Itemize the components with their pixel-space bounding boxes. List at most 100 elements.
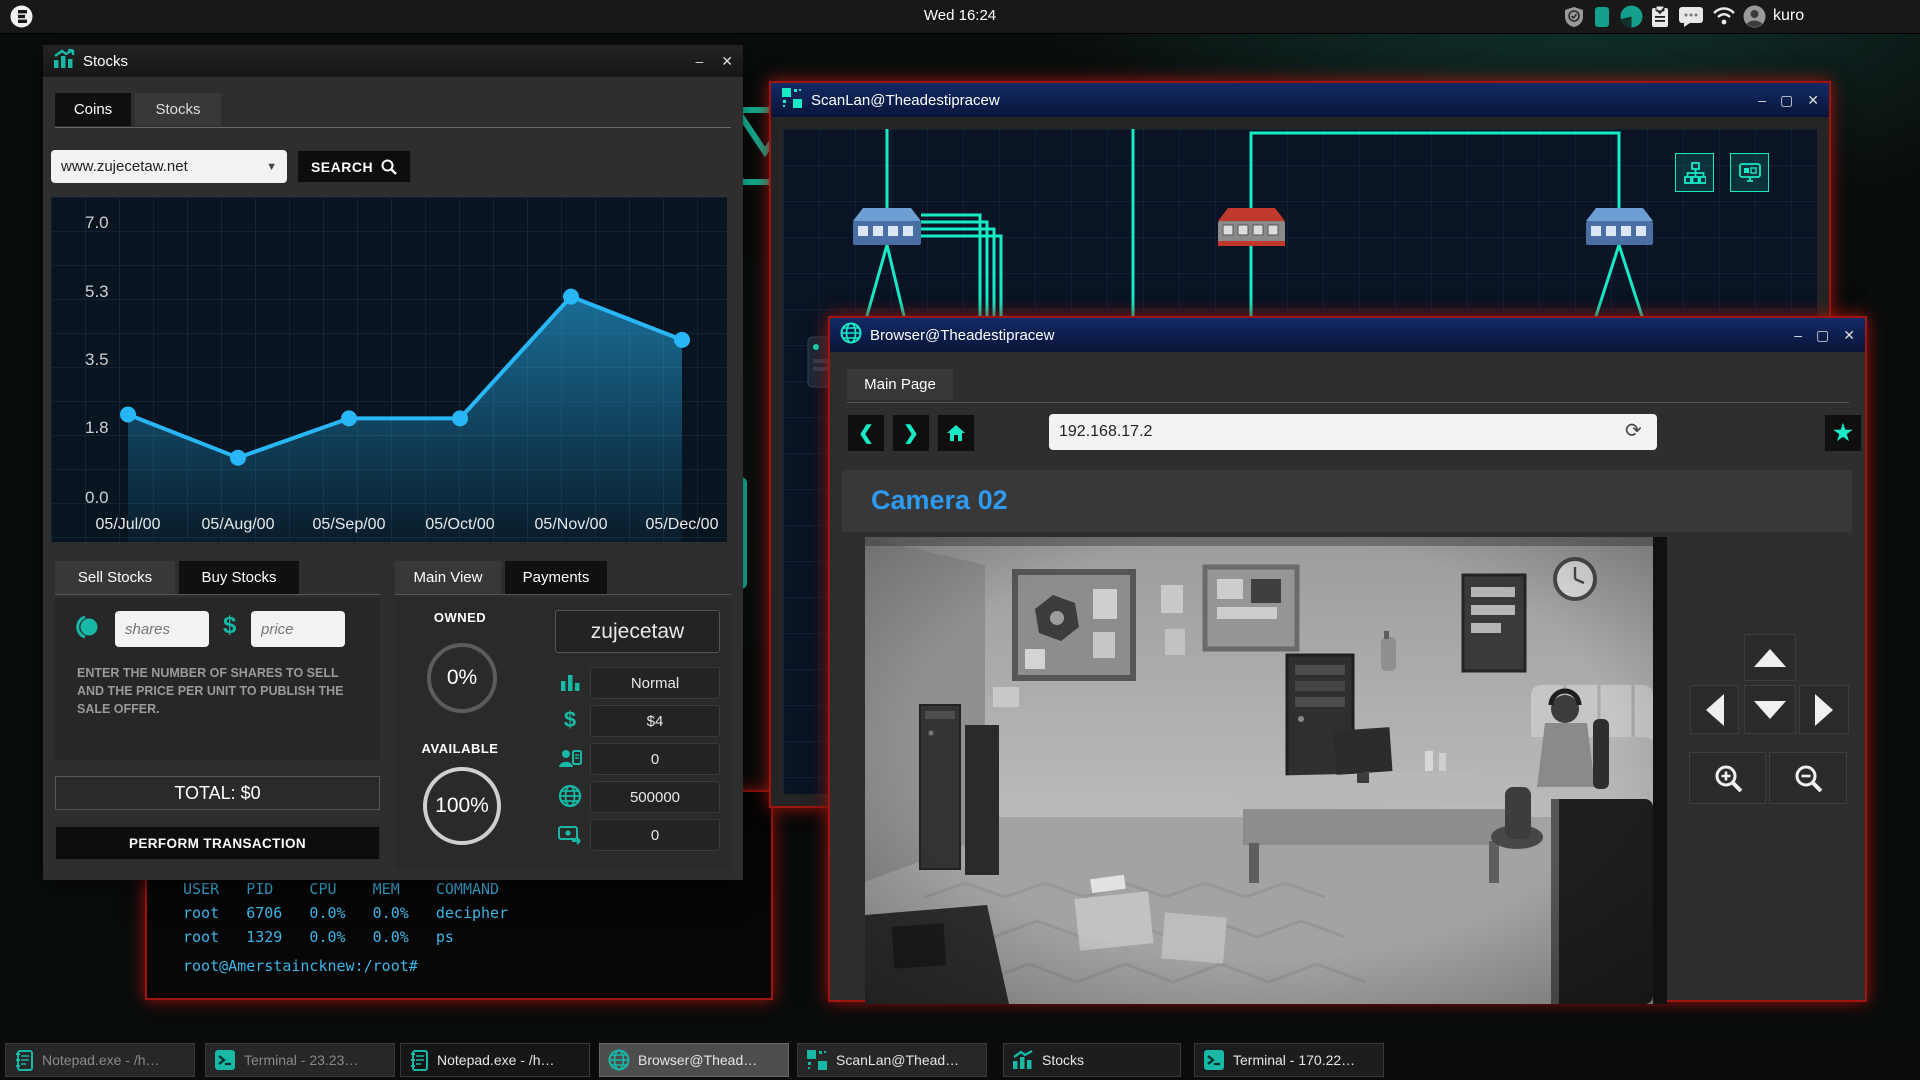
terminal-line: root 1329 0.0% 0.0% ps [183, 928, 454, 946]
taskbar-item-stocks[interactable]: Stocks [1003, 1043, 1181, 1077]
svg-text:3.5: 3.5 [85, 350, 109, 369]
taskbar-label: Terminal - 170.22… [1233, 1052, 1356, 1068]
tab-main-view[interactable]: Main View [395, 561, 501, 594]
price-input[interactable] [251, 611, 345, 647]
browser-titlebar[interactable]: Browser@Theadestipracew – ▢ ✕ [830, 318, 1865, 352]
close-button[interactable]: ✕ [721, 53, 733, 70]
chat-icon[interactable] [1678, 6, 1704, 33]
url-input[interactable] [1049, 414, 1657, 450]
owned-ring: 0% [427, 643, 497, 713]
tab-sell-stocks[interactable]: Sell Stocks [55, 561, 175, 594]
browser-tab-main-page[interactable]: Main Page [847, 369, 953, 400]
switch-node-alert [1218, 208, 1285, 246]
market-select[interactable]: www.zujecetaw.net ▼ [51, 150, 287, 183]
stock-price: $4 [646, 712, 664, 730]
taskbar-label: Notepad.exe - /h… [42, 1052, 160, 1068]
svg-text:05/Dec/00: 05/Dec/00 [646, 516, 719, 533]
stock-status-box: Normal [590, 667, 720, 699]
wifi-icon[interactable] [1712, 6, 1736, 31]
pie-status-icon[interactable] [1620, 5, 1643, 33]
forward-button[interactable]: ❯ [892, 414, 930, 452]
map-monitor-button[interactable] [1730, 153, 1769, 192]
battery-icon[interactable] [1594, 6, 1610, 33]
search-button-label: SEARCH [310, 158, 374, 175]
back-button[interactable]: ❮ [847, 414, 885, 452]
taskbar-item-terminal-1[interactable]: Terminal - 23.23… [205, 1043, 395, 1077]
taskbar-item-terminal-2[interactable]: Terminal - 170.22… [1194, 1043, 1384, 1077]
camera-left-button[interactable] [1690, 685, 1739, 734]
stocks-app-icon [53, 48, 75, 74]
svg-text:0.0: 0.0 [85, 488, 109, 507]
close-button[interactable]: ✕ [1807, 92, 1819, 109]
tab-stocks[interactable]: Stocks [135, 93, 221, 126]
camera-zoom-in-button[interactable] [1689, 752, 1766, 804]
clipboard-icon[interactable] [1651, 5, 1669, 33]
browser-window[interactable]: Browser@Theadestipracew – ▢ ✕ Main Page … [828, 316, 1867, 1004]
close-button[interactable]: ✕ [1843, 327, 1855, 344]
stocks-titlebar[interactable]: Stocks – ✕ [43, 45, 743, 77]
owned-value: 0% [446, 666, 478, 689]
svg-text:05/Jul/00: 05/Jul/00 [96, 516, 161, 533]
toggle-icon[interactable] [75, 614, 101, 645]
taskbar-item-notepad-2[interactable]: Notepad.exe - /h… [400, 1043, 590, 1077]
tab-buy-stocks[interactable]: Buy Stocks [179, 561, 299, 594]
svg-text:05/Oct/00: 05/Oct/00 [425, 516, 494, 533]
minimize-button[interactable]: – [695, 53, 703, 70]
shareholders-box: 0 [590, 743, 720, 775]
taskbar-label: Stocks [1042, 1052, 1085, 1068]
taskbar-item-notepad-1[interactable]: Notepad.exe - /h… [5, 1043, 195, 1077]
svg-text:05/Sep/00: 05/Sep/00 [313, 516, 386, 533]
stock-price-box: $4 [590, 705, 720, 737]
search-button[interactable]: SEARCH [297, 150, 411, 183]
switch-node [1586, 208, 1653, 245]
search-icon [381, 159, 397, 175]
taskbar-item-scanlan[interactable]: ScanLan@Thead… [797, 1043, 987, 1077]
scanlan-titlebar[interactable]: ScanLan@Theadestipracew – ▢ ✕ [771, 83, 1829, 117]
tab-payments[interactable]: Payments [505, 561, 607, 594]
taskbar-item-browser[interactable]: Browser@Thead… [599, 1043, 789, 1077]
zoom-in-icon [1715, 765, 1742, 793]
minimize-button[interactable]: – [1758, 92, 1766, 109]
taskbar-label: Terminal - 23.23… [244, 1052, 359, 1068]
browser-title: Browser@Theadestipracew [870, 326, 1055, 344]
stocks-title: Stocks [83, 52, 129, 70]
maximize-button[interactable]: ▢ [1816, 327, 1829, 344]
shares-input[interactable] [115, 611, 209, 647]
shield-check-icon[interactable] [1564, 6, 1584, 33]
shareholders-icon [557, 745, 583, 771]
bookmark-star-button[interactable]: ★ [1824, 414, 1862, 452]
map-topology-button[interactable] [1675, 153, 1714, 192]
home-button[interactable] [937, 414, 975, 452]
taskbar-label: Notepad.exe - /h… [437, 1052, 555, 1068]
total-shares: 500000 [629, 788, 681, 806]
minimize-button[interactable]: – [1794, 327, 1802, 344]
taskbar-label: Browser@Thead… [638, 1052, 758, 1068]
stock-name-box: zujecetaw [555, 610, 720, 653]
exchange-box: 0 [590, 819, 720, 851]
stocks-window[interactable]: Stocks – ✕ Coins Stocks www.zujecetaw.ne… [43, 45, 743, 880]
reload-icon[interactable]: ⟳ [1625, 418, 1642, 443]
camera-zoom-out-button[interactable] [1769, 752, 1847, 804]
stocks-icon [1013, 1050, 1033, 1069]
dollar-icon: $ [563, 707, 577, 732]
svg-text:05/Aug/00: 05/Aug/00 [202, 516, 275, 533]
scanlan-app-icon [781, 87, 803, 114]
browser-icon [608, 1049, 630, 1071]
market-select-value: www.zujecetaw.net [61, 158, 188, 175]
total-display: TOTAL: $0 [55, 776, 380, 810]
camera-down-button[interactable] [1744, 685, 1796, 734]
tab-coins[interactable]: Coins [55, 93, 131, 126]
home-icon [947, 425, 965, 441]
scanlan-icon [807, 1050, 827, 1070]
globe-icon [557, 783, 583, 809]
bar-chart-icon [557, 669, 583, 695]
avatar[interactable] [1743, 5, 1766, 33]
maximize-button[interactable]: ▢ [1780, 92, 1793, 109]
perform-transaction-button[interactable]: PERFORM TRANSACTION [55, 826, 380, 860]
camera-right-button[interactable] [1799, 685, 1849, 734]
browser-app-icon [840, 322, 862, 349]
terminal-prompt[interactable]: root@Amerstaincknew:/root# [183, 957, 418, 975]
terminal-line: USER PID CPU MEM COMMAND [183, 880, 500, 898]
camera-up-button[interactable] [1744, 634, 1796, 681]
available-label: AVAILABLE [421, 741, 499, 756]
